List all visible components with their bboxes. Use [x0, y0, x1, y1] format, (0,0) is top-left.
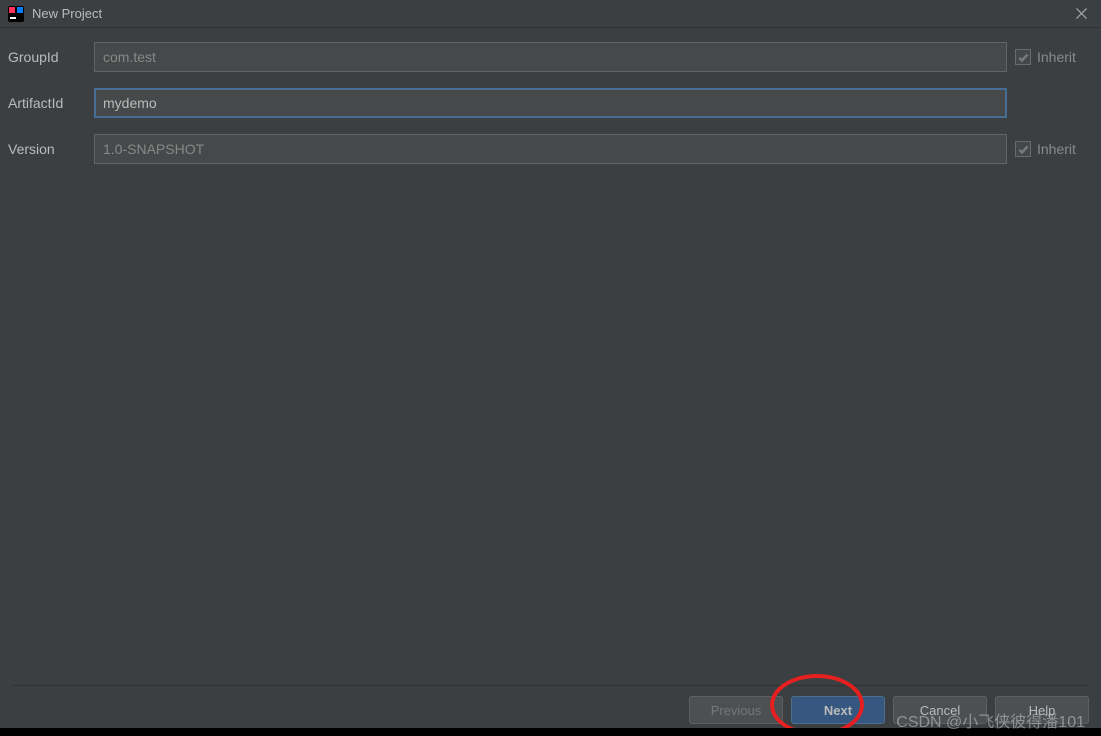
artifactid-input[interactable] — [94, 88, 1007, 118]
groupid-input[interactable] — [94, 42, 1007, 72]
groupid-row: GroupId Inherit — [8, 42, 1093, 72]
version-input[interactable] — [94, 134, 1007, 164]
version-inherit[interactable]: Inherit — [1015, 141, 1093, 157]
window-title: New Project — [32, 6, 1065, 21]
groupid-inherit-label: Inherit — [1037, 49, 1076, 65]
version-inherit-label: Inherit — [1037, 141, 1076, 157]
app-icon — [8, 6, 24, 22]
form-content: GroupId Inherit ArtifactId Version Inher… — [0, 28, 1101, 188]
next-button[interactable]: Next — [791, 696, 885, 724]
check-icon — [1018, 144, 1029, 155]
groupid-inherit[interactable]: Inherit — [1015, 49, 1093, 65]
footer-buttons: Previous Next Cancel Help — [12, 685, 1089, 724]
artifactid-row: ArtifactId — [8, 88, 1093, 118]
version-label: Version — [8, 141, 86, 157]
close-icon — [1076, 8, 1087, 19]
groupid-label: GroupId — [8, 49, 86, 65]
bottom-bar — [0, 728, 1101, 736]
version-inherit-checkbox[interactable] — [1015, 141, 1031, 157]
previous-button[interactable]: Previous — [689, 696, 783, 724]
artifactid-label: ArtifactId — [8, 95, 86, 111]
groupid-inherit-checkbox[interactable] — [1015, 49, 1031, 65]
cancel-button[interactable]: Cancel — [893, 696, 987, 724]
help-button[interactable]: Help — [995, 696, 1089, 724]
version-row: Version Inherit — [8, 134, 1093, 164]
check-icon — [1018, 52, 1029, 63]
close-button[interactable] — [1065, 0, 1097, 28]
titlebar: New Project — [0, 0, 1101, 28]
